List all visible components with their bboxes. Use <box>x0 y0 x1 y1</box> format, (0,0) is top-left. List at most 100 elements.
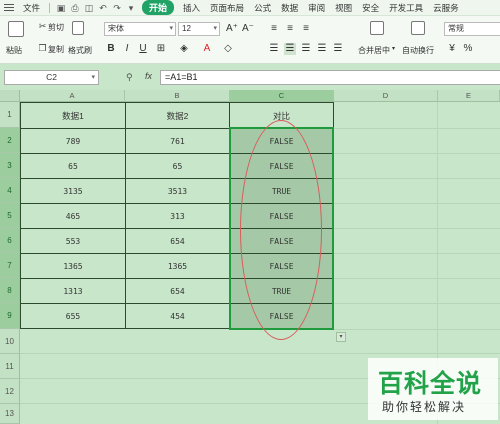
column-header-b[interactable]: B <box>125 90 230 102</box>
chevron-down-icon: ▾ <box>392 46 396 52</box>
tab-view[interactable]: 视图 <box>330 2 357 14</box>
file-menu[interactable]: 文件 <box>18 2 45 14</box>
font-size-select[interactable]: 12 ▾ <box>178 22 220 36</box>
tab-developer[interactable]: 开发工具 <box>384 2 428 14</box>
clear-format-icon[interactable]: ◇ <box>222 43 234 55</box>
cell-b6[interactable]: 654 <box>126 229 229 253</box>
print-icon[interactable]: ⎙ <box>70 3 80 13</box>
dropdown-icon[interactable]: ▾ <box>126 3 136 13</box>
fx-icon[interactable]: fx <box>145 71 152 81</box>
border-icon[interactable]: ⊞ <box>155 43 167 55</box>
align-right-icon[interactable]: ☰ <box>300 43 312 55</box>
cell-b7[interactable]: 1365 <box>126 254 229 278</box>
cut-button[interactable]: 剪切 <box>48 22 64 33</box>
row-header-13[interactable]: 13 <box>0 404 20 424</box>
number-format-select[interactable]: 常规 <box>444 22 500 36</box>
column-header-a[interactable]: A <box>20 90 125 102</box>
bold-button[interactable]: B <box>105 43 117 55</box>
gridline <box>334 153 500 154</box>
merge-center-button[interactable]: 合并居中 <box>358 45 390 56</box>
paste-button[interactable]: 粘贴 <box>6 45 22 56</box>
gridline <box>334 228 500 229</box>
formula-input[interactable]: =A1=B1 <box>160 70 500 85</box>
copy-button[interactable]: 复制 <box>48 44 64 55</box>
cell-b8[interactable]: 654 <box>126 279 229 303</box>
cell-a1[interactable]: 数据1 <box>21 103 125 128</box>
undo-icon[interactable]: ↶ <box>98 3 108 13</box>
tab-cloud[interactable]: 云服务 <box>428 2 464 14</box>
tab-page-layout[interactable]: 页面布局 <box>205 2 249 14</box>
chevron-down-icon: ▾ <box>213 25 217 32</box>
cell-a3[interactable]: 65 <box>21 154 125 178</box>
ribbon: 粘贴 ✂ 剪切 ❐ 复制 格式刷 宋体 ▾ 12 ▾ A⁺ A⁻ B I U ⊞ ◈… <box>0 16 500 64</box>
save-icon[interactable]: ▣ <box>56 3 66 13</box>
column-header-d[interactable]: D <box>334 90 438 102</box>
cell-b9[interactable]: 454 <box>126 304 229 328</box>
select-all-corner[interactable] <box>0 90 20 102</box>
zoom-search-icon[interactable]: ⚲ <box>126 72 133 83</box>
increase-font-icon[interactable]: A⁺ <box>226 23 238 35</box>
font-name-value: 宋体 <box>108 24 124 33</box>
tab-formulas[interactable]: 公式 <box>249 2 276 14</box>
row-header-8[interactable]: 8 <box>0 278 20 303</box>
tab-home[interactable]: 开始 <box>142 0 175 15</box>
annotation-ellipse <box>240 120 322 340</box>
cell-b1[interactable]: 数据2 <box>126 103 229 128</box>
cell-a6[interactable]: 553 <box>21 229 125 253</box>
row-header-3[interactable]: 3 <box>0 153 20 178</box>
font-name-select[interactable]: 宋体 ▾ <box>104 22 176 36</box>
row-header-2[interactable]: 2 <box>0 128 20 153</box>
fill-color-icon[interactable]: ◈ <box>178 43 190 55</box>
redo-icon[interactable]: ↷ <box>112 3 122 13</box>
paste-icon[interactable] <box>8 21 24 37</box>
preview-icon[interactable]: ◫ <box>84 3 94 13</box>
gridline <box>334 178 500 179</box>
percent-icon[interactable]: % <box>462 43 474 55</box>
menu-icon[interactable] <box>4 4 14 11</box>
cell-a4[interactable]: 3135 <box>21 179 125 203</box>
column-header-c[interactable]: C <box>230 90 334 102</box>
justify-icon[interactable]: ☰ <box>316 43 328 55</box>
cell-b4[interactable]: 3513 <box>126 179 229 203</box>
align-left-icon[interactable]: ☰ <box>268 43 280 55</box>
cell-a7[interactable]: 1365 <box>21 254 125 278</box>
row-header-10[interactable]: 10 <box>0 329 20 354</box>
font-color-button[interactable]: A <box>201 43 213 55</box>
currency-icon[interactable]: ¥ <box>446 43 458 55</box>
decrease-font-icon[interactable]: A⁻ <box>242 23 254 35</box>
distribute-icon[interactable]: ☰ <box>332 43 344 55</box>
cell-a9[interactable]: 655 <box>21 304 125 328</box>
align-bottom-icon[interactable]: ≡ <box>300 23 312 35</box>
menu-separator <box>49 2 51 13</box>
align-middle-icon[interactable]: ≡ <box>284 23 296 35</box>
cell-a2[interactable]: 789 <box>21 129 125 153</box>
row-header-4[interactable]: 4 <box>0 178 20 203</box>
format-painter-button[interactable]: 格式刷 <box>68 45 92 56</box>
row-header-6[interactable]: 6 <box>0 228 20 253</box>
auto-wrap-button[interactable]: 自动换行 <box>402 45 434 56</box>
align-center-icon[interactable]: ☰ <box>284 43 296 55</box>
row-header-5[interactable]: 5 <box>0 203 20 228</box>
watermark-subtitle: 助你轻松解决 <box>382 400 467 414</box>
tab-data[interactable]: 数据 <box>276 2 303 14</box>
cell-a8[interactable]: 1313 <box>21 279 125 303</box>
row-header-12[interactable]: 12 <box>0 379 20 404</box>
column-header-e[interactable]: E <box>438 90 500 102</box>
underline-button[interactable]: U <box>137 43 149 55</box>
tab-insert[interactable]: 插入 <box>178 2 205 14</box>
row-header-11[interactable]: 11 <box>0 354 20 379</box>
row-header-7[interactable]: 7 <box>0 253 20 278</box>
cell-b2[interactable]: 761 <box>126 129 229 153</box>
align-top-icon[interactable]: ≡ <box>268 23 280 35</box>
row-header-9[interactable]: 9 <box>0 303 20 329</box>
tab-review[interactable]: 审阅 <box>303 2 330 14</box>
italic-button[interactable]: I <box>121 43 133 55</box>
row-header-1[interactable]: 1 <box>0 102 20 128</box>
cell-a5[interactable]: 465 <box>21 204 125 228</box>
cell-b3[interactable]: 65 <box>126 154 229 178</box>
cell-b5[interactable]: 313 <box>126 204 229 228</box>
name-box[interactable]: C2 ▾ <box>4 70 99 85</box>
watermark-logo: 百科全说 助你轻松解决 <box>368 358 498 420</box>
tab-security[interactable]: 安全 <box>357 2 384 14</box>
quick-analysis-icon[interactable]: ▾ <box>336 332 346 342</box>
